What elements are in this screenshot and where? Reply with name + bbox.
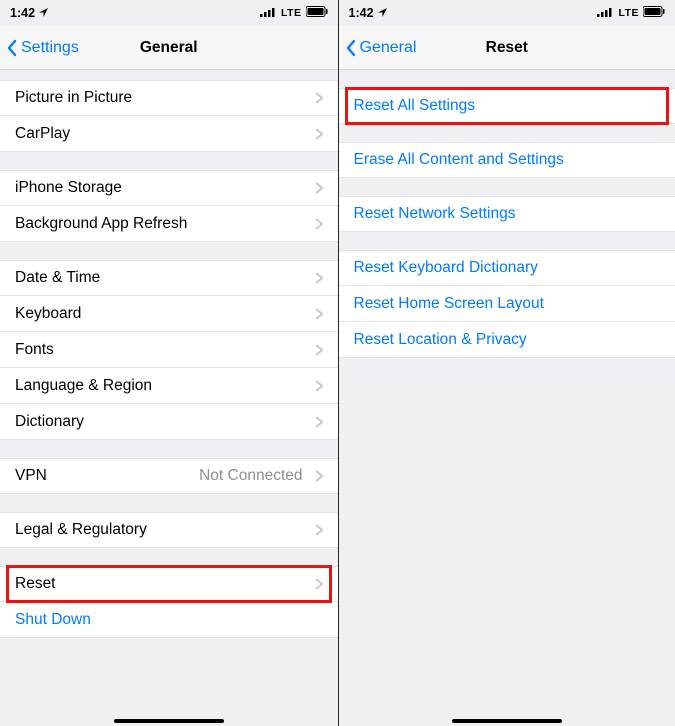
row-reset-all-settings[interactable]: Reset All Settings bbox=[339, 88, 675, 124]
row-reset[interactable]: Reset bbox=[0, 566, 338, 602]
row-keyboard[interactable]: Keyboard bbox=[0, 296, 338, 332]
row-label: Reset Home Screen Layout bbox=[354, 295, 544, 313]
back-button[interactable]: Settings bbox=[0, 39, 79, 57]
row-label: Erase All Content and Settings bbox=[354, 151, 564, 169]
row-label: VPN bbox=[15, 467, 47, 485]
settings-group: VPN Not Connected bbox=[0, 458, 338, 494]
location-icon bbox=[378, 6, 387, 20]
row-label: Background App Refresh bbox=[15, 215, 187, 233]
settings-group: Erase All Content and Settings bbox=[339, 142, 675, 178]
chevron-right-icon bbox=[315, 218, 323, 230]
back-button[interactable]: General bbox=[339, 39, 417, 57]
chevron-right-icon bbox=[315, 272, 323, 284]
row-erase-all-content-and-settings[interactable]: Erase All Content and Settings bbox=[339, 142, 675, 178]
row-reset-location-privacy[interactable]: Reset Location & Privacy bbox=[339, 322, 675, 358]
settings-group: Reset Shut Down bbox=[0, 566, 338, 638]
row-label: Reset bbox=[15, 575, 56, 593]
chevron-right-icon bbox=[315, 344, 323, 356]
row-label: Reset All Settings bbox=[354, 97, 475, 115]
chevron-right-icon bbox=[315, 524, 323, 536]
settings-list: Reset All Settings Erase All Content and … bbox=[339, 88, 675, 358]
row-label: Reset Location & Privacy bbox=[354, 331, 527, 349]
network-label: LTE bbox=[281, 7, 302, 19]
row-fonts[interactable]: Fonts bbox=[0, 332, 338, 368]
battery-icon bbox=[306, 6, 328, 20]
phone-reset: 1:42 LTE General Reset Reset All Setting… bbox=[338, 0, 675, 726]
row-label: iPhone Storage bbox=[15, 179, 122, 197]
signal-bars-icon bbox=[260, 6, 277, 20]
chevron-right-icon bbox=[315, 578, 323, 590]
row-reset-network-settings[interactable]: Reset Network Settings bbox=[339, 196, 675, 232]
chevron-right-icon bbox=[315, 380, 323, 392]
row-label: Picture in Picture bbox=[15, 89, 132, 107]
battery-icon bbox=[643, 6, 665, 20]
settings-group: Picture in Picture CarPlay bbox=[0, 80, 338, 152]
row-label: Dictionary bbox=[15, 413, 84, 431]
settings-group: Legal & Regulatory bbox=[0, 512, 338, 548]
status-time: 1:42 bbox=[349, 6, 374, 20]
chevron-right-icon bbox=[315, 416, 323, 428]
back-label: General bbox=[360, 39, 417, 57]
chevron-right-icon bbox=[315, 128, 323, 140]
settings-list: Picture in Picture CarPlay iPhone Storage B… bbox=[0, 80, 338, 638]
row-label: Reset Keyboard Dictionary bbox=[354, 259, 538, 277]
row-carplay[interactable]: CarPlay bbox=[0, 116, 338, 152]
chevron-left-icon bbox=[345, 39, 357, 57]
home-indicator[interactable] bbox=[114, 719, 224, 723]
row-label: Reset Network Settings bbox=[354, 205, 516, 223]
row-vpn[interactable]: VPN Not Connected bbox=[0, 458, 338, 494]
row-label: Language & Region bbox=[15, 377, 152, 395]
row-legal-regulatory[interactable]: Legal & Regulatory bbox=[0, 512, 338, 548]
row-iphone-storage[interactable]: iPhone Storage bbox=[0, 170, 338, 206]
row-dictionary[interactable]: Dictionary bbox=[0, 404, 338, 440]
row-language-region[interactable]: Language & Region bbox=[0, 368, 338, 404]
signal-bars-icon bbox=[597, 6, 614, 20]
settings-group: Date & Time Keyboard Fonts Language & Regio… bbox=[0, 260, 338, 440]
row-detail: Not Connected bbox=[199, 467, 302, 485]
status-time: 1:42 bbox=[10, 6, 35, 20]
row-picture-in-picture[interactable]: Picture in Picture bbox=[0, 80, 338, 116]
status-bar: 1:42 LTE bbox=[339, 0, 675, 26]
location-icon bbox=[39, 6, 48, 20]
settings-group: Reset Keyboard Dictionary Reset Home Scre… bbox=[339, 250, 675, 358]
chevron-right-icon bbox=[315, 470, 323, 482]
home-indicator[interactable] bbox=[452, 719, 562, 723]
chevron-right-icon bbox=[315, 182, 323, 194]
phone-general: 1:42 LTE Settings General Picture in Pic… bbox=[0, 0, 338, 726]
network-label: LTE bbox=[618, 7, 639, 19]
row-label: Keyboard bbox=[15, 305, 81, 323]
row-label: CarPlay bbox=[15, 125, 70, 143]
settings-group: iPhone Storage Background App Refresh bbox=[0, 170, 338, 242]
row-label: Date & Time bbox=[15, 269, 100, 287]
row-date-time[interactable]: Date & Time bbox=[0, 260, 338, 296]
row-reset-keyboard-dictionary[interactable]: Reset Keyboard Dictionary bbox=[339, 250, 675, 286]
settings-group: Reset Network Settings bbox=[339, 196, 675, 232]
row-shut-down[interactable]: Shut Down bbox=[0, 602, 338, 638]
nav-bar: Settings General bbox=[0, 26, 338, 70]
status-bar: 1:42 LTE bbox=[0, 0, 338, 26]
row-label: Shut Down bbox=[15, 611, 91, 629]
settings-group: Reset All Settings bbox=[339, 88, 675, 124]
nav-bar: General Reset bbox=[339, 26, 675, 70]
row-label: Legal & Regulatory bbox=[15, 521, 147, 539]
chevron-left-icon bbox=[6, 39, 18, 57]
back-label: Settings bbox=[21, 39, 79, 57]
row-reset-home-screen-layout[interactable]: Reset Home Screen Layout bbox=[339, 286, 675, 322]
row-background-app-refresh[interactable]: Background App Refresh bbox=[0, 206, 338, 242]
chevron-right-icon bbox=[315, 308, 323, 320]
chevron-right-icon bbox=[315, 92, 323, 104]
row-label: Fonts bbox=[15, 341, 54, 359]
